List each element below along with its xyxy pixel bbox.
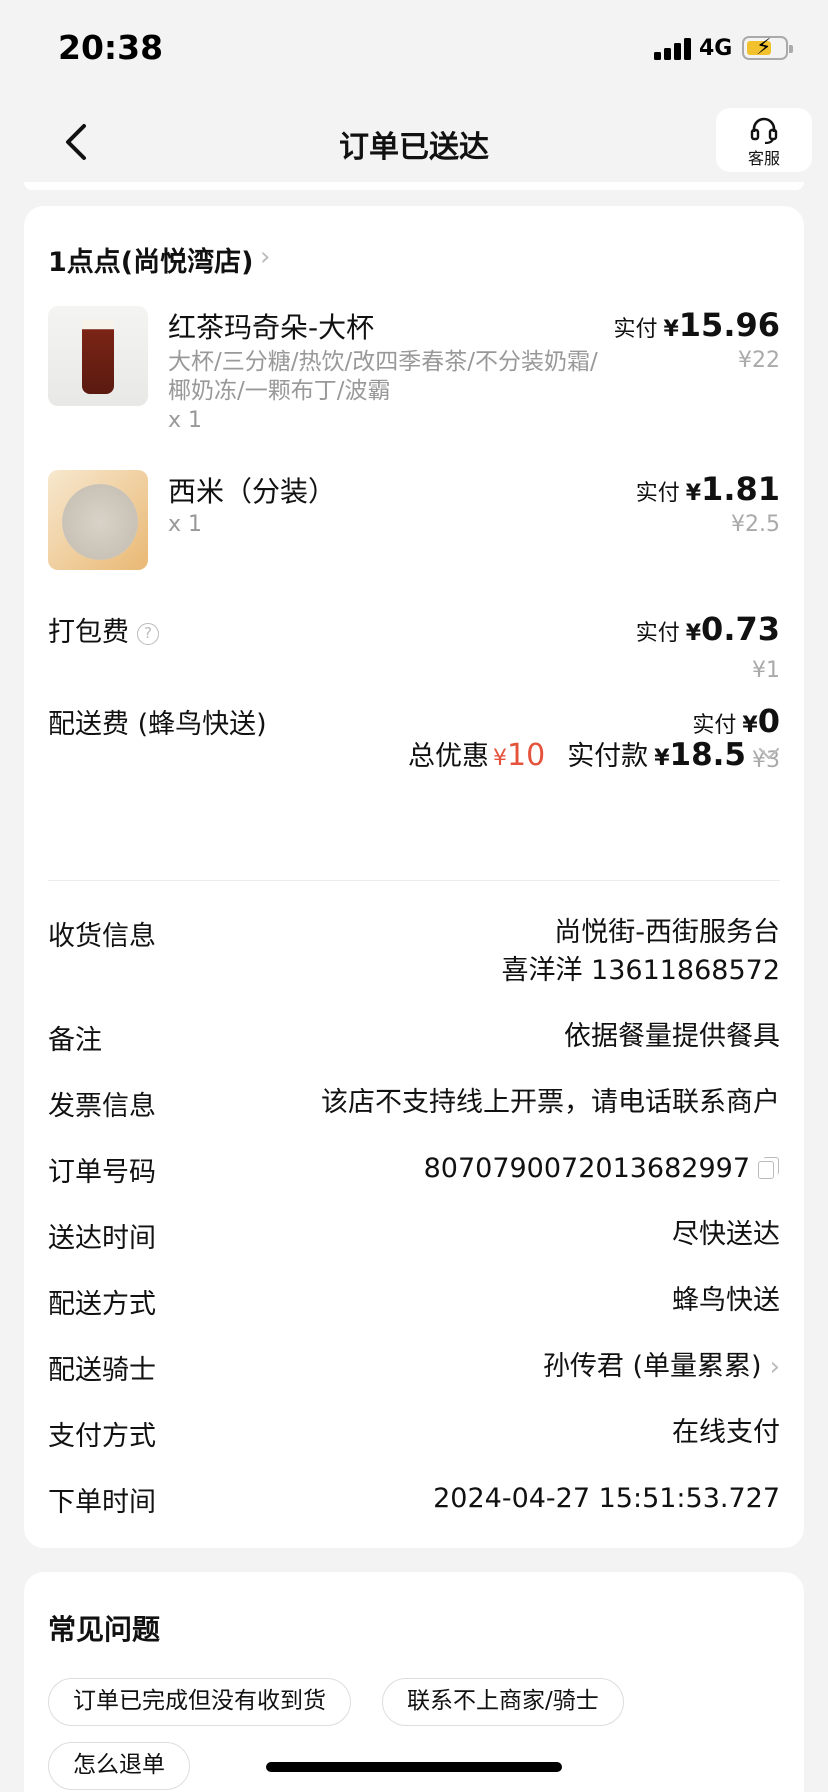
fee-original-price: ¥1 [752,658,780,683]
delivery-method-row: 配送方式 蜂鸟快送 [48,1282,780,1322]
fee-label: 打包费? [48,610,159,649]
item-spec: 大杯/三分糖/热饮/改四季春茶/不分装奶霜/椰奶冻/一颗布丁/波霸 [168,349,598,404]
packaging-fee-row: 打包费? 实付 ¥0.73 ¥1 [48,610,780,690]
store-name[interactable]: 1点点(尚悦湾店) [48,240,253,279]
payment-value: 在线支付 [672,1417,780,1448]
order-time-row: 下单时间 2024-04-27 15:51:53.727 [48,1480,780,1520]
rider-value[interactable]: 孙传君 (单量累累) › [543,1348,780,1386]
divider [48,880,780,881]
order-item: 西米（分装） x 1 实付 ¥1.81 ¥2.5 [48,470,780,570]
item-name: 红茶玛奇朵-大杯 [168,311,375,344]
discount-label: 总优惠 [408,741,489,772]
total-paid-label: 实付款 [567,741,649,772]
payment-row: 支付方式 在线支付 [48,1414,780,1454]
status-time: 20:38 [58,28,164,67]
discount-amount: 10 [507,738,546,773]
item-paid-price: 实付 ¥15.96 [613,306,780,344]
info-label: 下单时间 [48,1487,156,1518]
order-item: 红茶玛奇朵-大杯 大杯/三分糖/热饮/改四季春茶/不分装奶霜/椰奶冻/一颗布丁/… [48,306,780,436]
item-original-price: ¥22 [738,348,780,373]
delivery-time-value: 尽快送达 [672,1219,780,1250]
item-original-price: ¥2.5 [731,512,780,537]
info-label: 收货信息 [48,921,156,952]
delivery-method-value: 蜂鸟快送 [672,1285,780,1316]
chevron-right-icon[interactable]: › [770,1348,780,1386]
status-bar: 20:38 4G ⚡ [0,0,828,100]
top-card-edge [24,182,804,190]
fee-label: 配送费 (蜂鸟快送) [48,709,267,740]
customer-service-label: 客服 [747,149,780,168]
delivery-time-row: 送达时间 尽快送达 [48,1216,780,1256]
faq-card: 常见问题 订单已完成但没有收到货 联系不上商家/骑士 怎么退单 [24,1572,804,1792]
address-row: 收货信息 尚悦街-西街服务台 喜洋洋 13611868572 [48,914,780,994]
page-title: 订单已送达 [339,130,489,165]
nav-bar: 订单已送达 客服 [0,100,828,190]
order-card: 1点点(尚悦湾店) › 红茶玛奇朵-大杯 大杯/三分糖/热饮/改四季春茶/不分装… [24,206,804,1548]
item-paid-price: 实付 ¥1.81 [635,470,780,508]
item-name: 西米（分装） [168,475,337,508]
help-icon[interactable]: ? [137,623,159,645]
rider-row[interactable]: 配送骑士 孙传君 (单量累累) › [48,1348,780,1388]
signal-icon [654,38,692,60]
copy-icon[interactable] [758,1157,780,1179]
note-row: 备注 依据餐量提供餐具 [48,1018,780,1058]
address-value: 尚悦街-西街服务台 喜洋洋 13611868572 [501,917,780,986]
faq-chip[interactable]: 联系不上商家/骑士 [382,1678,624,1726]
item-quantity: x 1 [168,512,203,537]
info-label: 送达时间 [48,1223,156,1254]
info-label: 支付方式 [48,1421,156,1452]
faq-title: 常见问题 [48,1613,161,1646]
faq-chip[interactable]: 订单已完成但没有收到货 [48,1678,351,1726]
home-indicator[interactable] [266,1762,562,1772]
faq-chip[interactable]: 怎么退单 [48,1742,190,1790]
battery-icon: ⚡ [742,35,793,60]
total-paid-amount: 18.5 [669,737,747,773]
order-number-value: 8070790072013682997 [424,1150,780,1188]
info-label: 配送方式 [48,1289,156,1320]
chevron-right-icon[interactable]: › [260,242,270,272]
chevron-down-icon[interactable] [758,746,780,765]
order-number-row: 订单号码 8070790072013682997 [48,1150,780,1190]
network-type: 4G [699,36,733,61]
fee-paid-price: 实付 ¥0.73 [635,610,780,648]
info-label: 发票信息 [48,1091,156,1122]
product-image [48,470,148,570]
item-quantity: x 1 [168,408,203,433]
headset-icon [750,117,778,144]
order-total[interactable]: 总优惠 ¥10 实付款 ¥18.5 [408,734,780,773]
invoice-row: 发票信息 该店不支持线上开票，请电话联系商户 [48,1084,780,1124]
info-label: 订单号码 [48,1157,156,1188]
info-label: 备注 [48,1025,102,1056]
customer-service-button[interactable]: 客服 [716,108,812,172]
invoice-value: 该店不支持线上开票，请电话联系商户 [321,1087,780,1118]
product-image [48,306,148,406]
note-value: 依据餐量提供餐具 [564,1021,780,1052]
info-label: 配送骑士 [48,1355,156,1386]
order-time-value: 2024-04-27 15:51:53.727 [433,1483,780,1514]
